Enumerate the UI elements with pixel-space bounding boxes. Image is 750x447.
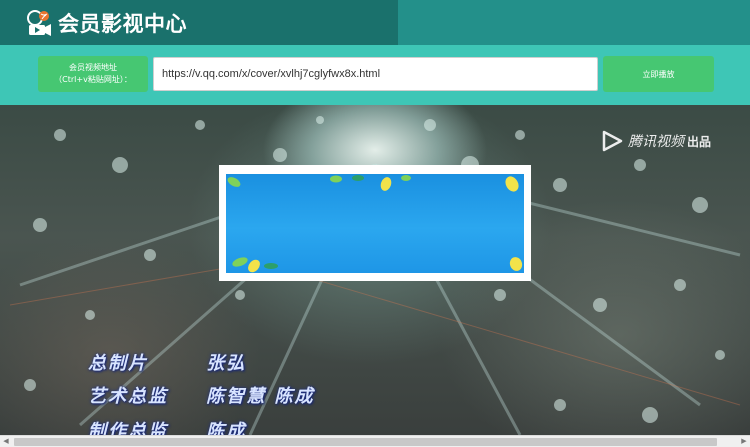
watermark-text: 腾讯视频 bbox=[628, 134, 684, 150]
ad-banner[interactable] bbox=[219, 165, 531, 281]
credit-row: 艺术总监 陈智慧 陈成 bbox=[88, 382, 315, 408]
credit-row: 制作总监 陈成 bbox=[88, 417, 246, 435]
credit-row: 总制片 张弘 bbox=[88, 349, 246, 375]
credit-names: 张弘 bbox=[206, 353, 247, 374]
credit-role: 艺术总监 bbox=[88, 386, 168, 407]
scroll-left-arrow-icon[interactable]: ◀ bbox=[0, 436, 12, 447]
site-title: 会员影视中心 bbox=[58, 12, 187, 36]
credit-role: 总制片 bbox=[88, 353, 148, 374]
site-logo[interactable]: 会员影视中心 bbox=[26, 9, 187, 37]
url-label-line1: 会员视频地址 bbox=[69, 63, 117, 72]
credit-names: 陈成 bbox=[206, 421, 247, 435]
url-label-line2: （Ctrl+v粘贴网址）： bbox=[54, 75, 132, 84]
film-camera-icon bbox=[26, 9, 56, 37]
video-url-input[interactable] bbox=[153, 57, 598, 91]
video-player[interactable]: 腾讯视频 出品 总制片 张弘 艺术总监 陈智慧 陈成 制作总监 陈成 bbox=[0, 105, 750, 435]
tencent-play-icon bbox=[602, 130, 623, 152]
credit-names: 陈智慧 陈成 bbox=[206, 386, 315, 407]
watermark-sub: 出品 bbox=[687, 134, 712, 149]
tencent-video-watermark: 腾讯视频 出品 bbox=[600, 129, 711, 153]
horizontal-scrollbar[interactable]: ◀ ▶ bbox=[0, 435, 750, 447]
credit-role: 制作总监 bbox=[88, 421, 168, 435]
scrollbar-thumb[interactable] bbox=[14, 438, 717, 446]
play-now-button[interactable]: 立即播放 bbox=[603, 56, 714, 92]
url-label: 会员视频地址 （Ctrl+v粘贴网址）： bbox=[38, 56, 148, 92]
ad-image bbox=[226, 174, 524, 273]
scroll-right-arrow-icon[interactable]: ▶ bbox=[738, 436, 750, 447]
